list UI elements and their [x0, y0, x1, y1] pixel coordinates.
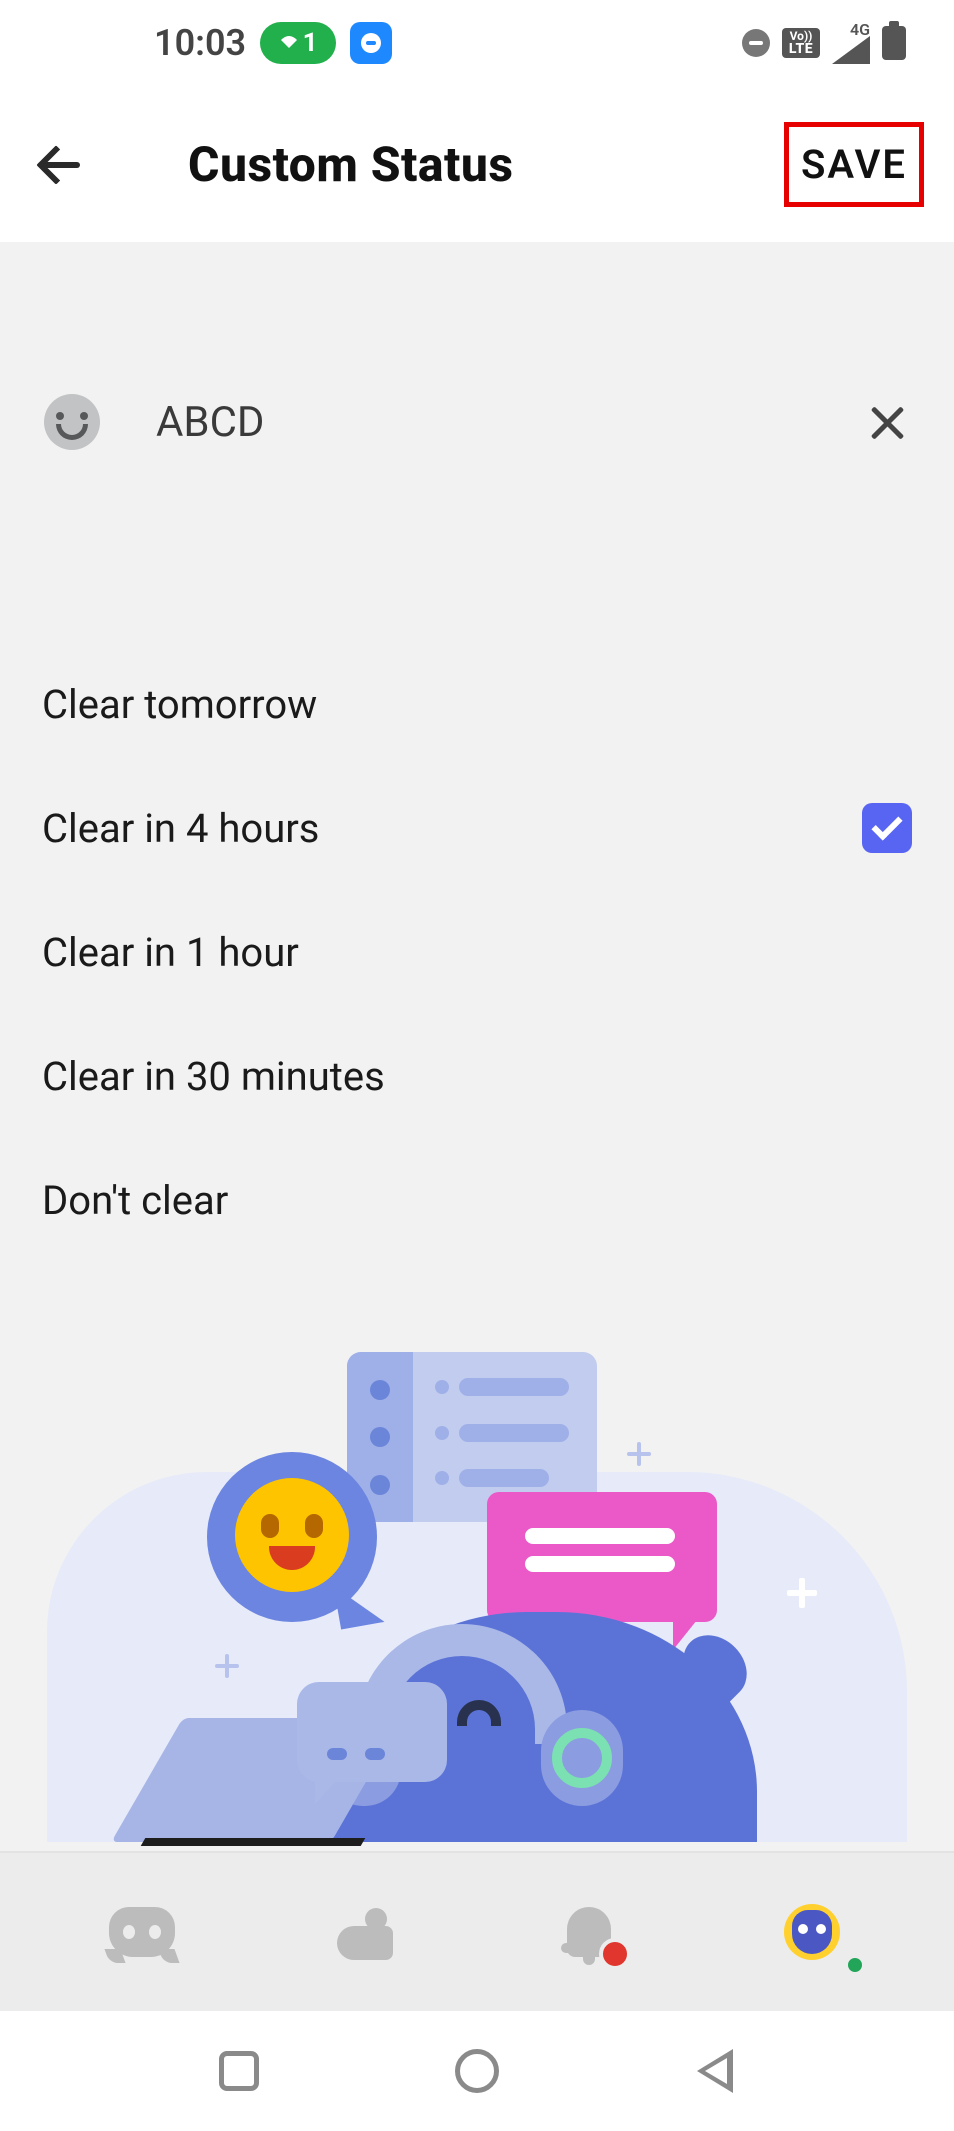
circle-icon: [455, 2049, 499, 2093]
illustration-container: [0, 1352, 954, 1842]
arrow-left-icon: [40, 144, 80, 184]
notification-badge: [599, 1938, 631, 1970]
bottom-tab-bar: [0, 1851, 954, 2011]
emoji-picker-button[interactable]: [42, 392, 102, 452]
android-status-bar: 10:03 1 Vo)) LTE 4G: [0, 0, 954, 86]
android-nav-bar: [0, 2011, 954, 2131]
page-title: Custom Status: [188, 136, 514, 193]
battery-icon: [882, 26, 906, 60]
wifi-notif-count: 1: [303, 28, 318, 58]
clear-option-30-minutes[interactable]: Clear in 30 minutes: [0, 1014, 954, 1138]
clear-option-4-hours[interactable]: Clear in 4 hours: [0, 766, 954, 890]
dnd-icon: [742, 29, 770, 57]
option-label: Clear in 4 hours: [42, 805, 319, 852]
tab-profile[interactable]: [762, 1892, 862, 1972]
nav-recent-apps[interactable]: [209, 2041, 269, 2101]
save-button[interactable]: SAVE: [784, 122, 924, 207]
status-bar-right: Vo)) LTE 4G: [742, 22, 906, 64]
avatar-icon: [784, 1904, 840, 1960]
discord-icon: [109, 1907, 175, 1957]
status-input-row: [0, 382, 954, 462]
selected-indicator: [862, 803, 912, 853]
nav-back[interactable]: [685, 2041, 745, 2101]
nav-home[interactable]: [447, 2041, 507, 2101]
option-label: Clear tomorrow: [42, 681, 317, 728]
content-area: Clear tomorrow Clear in 4 hours Clear in…: [0, 242, 954, 1851]
tab-discord[interactable]: [92, 1892, 192, 1972]
tab-notifications[interactable]: [539, 1892, 639, 1972]
app-notification-icon: [350, 22, 392, 64]
volte-bot-label: LTE: [789, 42, 813, 56]
smiley-icon: [44, 394, 100, 450]
clear-option-tomorrow[interactable]: Clear tomorrow: [0, 642, 954, 766]
option-label: Clear in 30 minutes: [42, 1053, 385, 1100]
wifi-notification-pill: 1: [260, 22, 336, 64]
close-icon: [869, 404, 905, 440]
cell-signal-icon: [832, 36, 870, 64]
tab-friends[interactable]: [315, 1892, 415, 1972]
square-icon: [219, 2051, 259, 2091]
status-text-input[interactable]: [156, 398, 862, 447]
status-illustration: [47, 1352, 907, 1842]
clock-label: 10:03: [154, 22, 246, 64]
cell-signal-block: 4G: [832, 22, 870, 64]
triangle-left-icon: [697, 2049, 733, 2093]
status-bar-left: 10:03 1: [154, 22, 392, 64]
checkmark-icon: [871, 809, 902, 840]
presence-online-icon: [844, 1954, 866, 1976]
clear-option-dont-clear[interactable]: Don't clear: [0, 1138, 954, 1262]
volte-icon: Vo)) LTE: [782, 28, 820, 58]
option-label: Clear in 1 hour: [42, 929, 299, 976]
clear-status-button[interactable]: [862, 397, 912, 447]
back-button[interactable]: [40, 129, 110, 199]
clear-option-1-hour[interactable]: Clear in 1 hour: [0, 890, 954, 1014]
app-header: Custom Status SAVE: [0, 86, 954, 242]
friends-icon: [337, 1904, 393, 1960]
option-label: Don't clear: [42, 1177, 228, 1224]
clear-after-options: Clear tomorrow Clear in 4 hours Clear in…: [0, 642, 954, 1262]
